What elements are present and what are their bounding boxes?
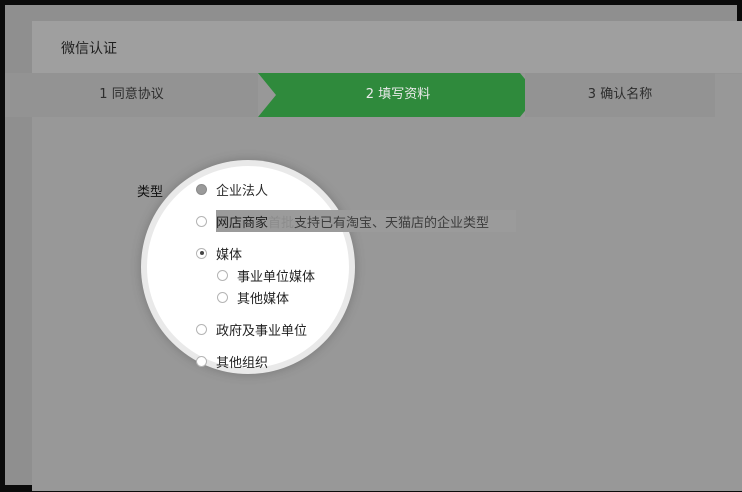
option-enterprise[interactable]: 企业法人 (196, 179, 268, 199)
option-media-label: 媒体 (216, 247, 243, 263)
radio-other-org[interactable] (196, 355, 207, 367)
radio-media[interactable] (196, 247, 207, 259)
radio-government[interactable] (196, 323, 207, 335)
radio-media-public[interactable] (217, 269, 228, 281)
option-media-public[interactable]: 事业单位媒体 (217, 265, 315, 285)
type-label: 类型 (137, 185, 164, 200)
radio-online-store[interactable] (196, 215, 207, 227)
option-media-other[interactable]: 其他媒体 (217, 287, 289, 307)
step-fill-info: 2 填写资料 (365, 87, 431, 102)
option-media[interactable]: 媒体 (196, 243, 242, 263)
option-media-public-label: 事业单位媒体 (237, 269, 316, 285)
online-store-hint-prefix: 首批 (268, 215, 295, 231)
radio-media-other[interactable] (217, 291, 228, 303)
option-media-other-label: 其他媒体 (237, 291, 290, 307)
option-enterprise-label: 企业法人 (216, 183, 269, 199)
online-store-hint: 支持已有淘宝、天猫店的企业类型 (294, 215, 490, 231)
step-confirm-name: 3 确认名称 (525, 73, 715, 117)
screenshot-frame: 微信认证 1 同意协议 2 填写资料 3 确认名称 类型 企业法人 网店商家 首… (0, 0, 742, 492)
radio-enterprise[interactable] (196, 183, 207, 195)
page-title: 微信认证 (61, 41, 117, 57)
option-other-org-label: 其他组织 (216, 355, 269, 371)
option-online-store[interactable]: 网店商家 首批 支持已有淘宝、天猫店的企业类型 (196, 211, 489, 231)
step-agree: 1 同意协议 (5, 73, 258, 117)
progress-steps: 1 同意协议 2 填写资料 3 确认名称 (5, 73, 715, 117)
option-other-org[interactable]: 其他组织 (196, 351, 268, 371)
option-government-label: 政府及事业单位 (216, 323, 308, 339)
option-online-store-label: 网店商家 (216, 215, 269, 231)
panel-header: 微信认证 (32, 21, 742, 74)
option-government[interactable]: 政府及事业单位 (196, 319, 307, 339)
